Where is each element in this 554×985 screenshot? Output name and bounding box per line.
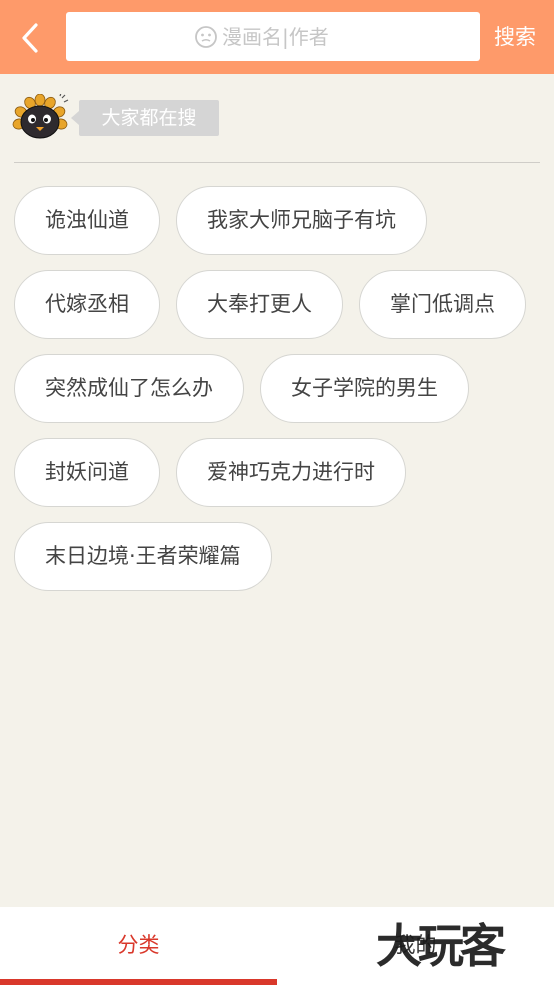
smiley-search-icon (195, 25, 217, 48)
search-button[interactable]: 搜索 (494, 22, 544, 52)
back-button[interactable] (12, 18, 48, 58)
hot-tag[interactable]: 女子学院的男生 (260, 354, 469, 423)
hot-search-header: 大家都在搜 (12, 92, 232, 142)
hot-tag[interactable]: 代嫁丞相 (14, 270, 160, 339)
hot-tag[interactable]: 突然成仙了怎么办 (14, 354, 244, 423)
hot-tag[interactable]: 封妖问道 (14, 438, 160, 507)
tab-category[interactable]: 分类 (0, 907, 277, 985)
hot-tag[interactable]: 末日边境·王者荣耀篇 (14, 522, 272, 591)
hot-tag[interactable]: 我家大师兄脑子有坑 (176, 186, 427, 255)
search-box[interactable] (66, 12, 480, 61)
top-bar: 搜索 (0, 0, 554, 74)
hot-tag[interactable]: 大奉打更人 (176, 270, 343, 339)
hot-tag[interactable]: 诡浊仙道 (14, 186, 160, 255)
hot-tag[interactable]: 爱神巧克力进行时 (176, 438, 406, 507)
sunflower-mascot-icon (12, 94, 69, 139)
active-tab-indicator (0, 979, 277, 985)
search-input[interactable] (222, 24, 352, 49)
chevron-left-icon (22, 23, 38, 53)
hot-search-label: 大家都在搜 (71, 100, 219, 136)
tab-mine[interactable]: 我的 (277, 907, 554, 985)
hot-tag[interactable]: 掌门低调点 (359, 270, 526, 339)
hot-tag-list: 诡浊仙道 我家大师兄脑子有坑 代嫁丞相 大奉打更人 掌门低调点 突然成仙了怎么办… (14, 186, 544, 591)
divider (14, 162, 540, 163)
bottom-tab-bar: 分类 我的 (0, 907, 554, 985)
